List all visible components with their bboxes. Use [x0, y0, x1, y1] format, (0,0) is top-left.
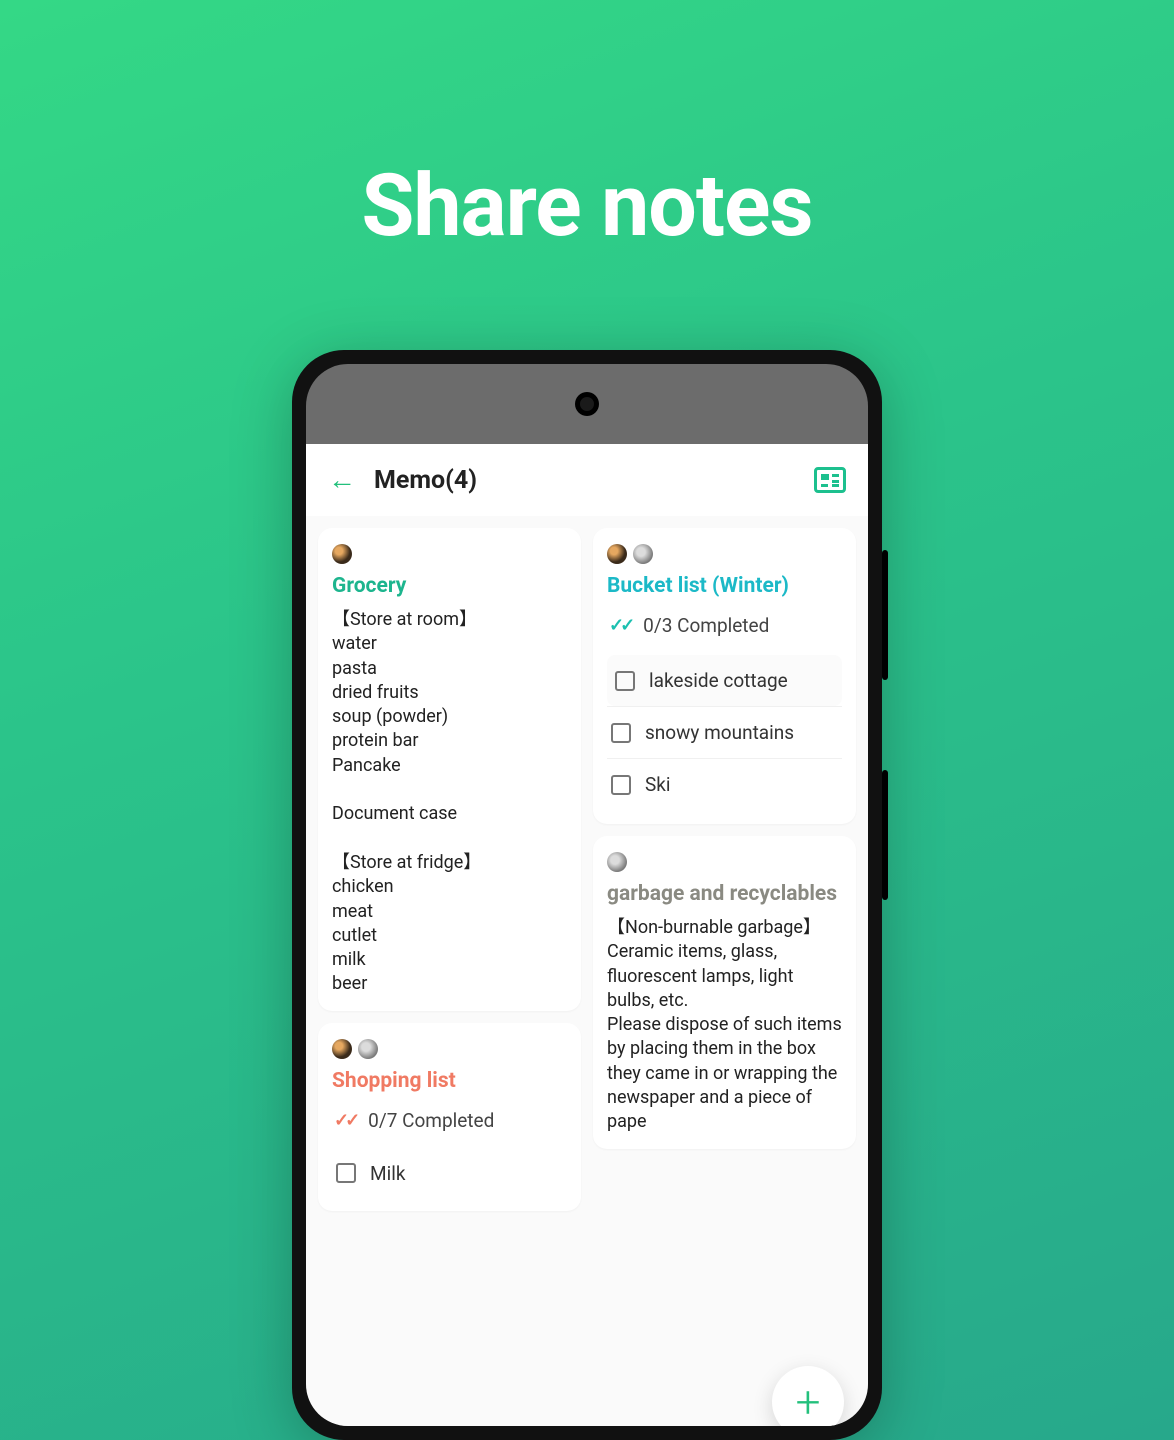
- avatar: [358, 1039, 378, 1059]
- card-body: 【Store at room】 water pasta dried fruits…: [332, 608, 567, 997]
- headline: Share notes: [0, 155, 1174, 256]
- progress-row: ✓✓ 0/7 Completed: [332, 1103, 567, 1146]
- memo-card-garbage[interactable]: garbage and recyclables 【Non-burnable ga…: [593, 836, 856, 1149]
- avatar: [607, 852, 627, 872]
- card-body: 【Non-burnable garbage】 Ceramic items, gl…: [607, 916, 842, 1135]
- card-title: Shopping list: [332, 1069, 567, 1093]
- shared-avatars: [332, 544, 567, 564]
- avatar: [607, 544, 627, 564]
- progress-text: 0/3 Completed: [643, 614, 769, 637]
- shared-avatars: [332, 1039, 567, 1059]
- checkbox-icon[interactable]: [611, 775, 631, 795]
- layout-toggle-icon[interactable]: [814, 467, 846, 493]
- app-header: ← Memo(4): [306, 444, 868, 516]
- plus-icon: +: [796, 1376, 821, 1426]
- card-title: Bucket list (Winter): [607, 574, 842, 598]
- progress-text: 0/7 Completed: [368, 1109, 494, 1132]
- page-title: Memo(4): [374, 466, 477, 495]
- card-title: garbage and recyclables: [607, 882, 842, 906]
- shared-avatars: [607, 852, 842, 872]
- avatar: [332, 544, 352, 564]
- add-memo-fab[interactable]: +: [772, 1366, 844, 1426]
- checklist-item[interactable]: lakeside cottage: [607, 655, 842, 706]
- volume-button: [882, 550, 888, 680]
- avatar: [332, 1039, 352, 1059]
- checklist-item[interactable]: Milk: [332, 1150, 567, 1197]
- progress-row: ✓✓ 0/3 Completed: [607, 608, 842, 651]
- checklist-item-label: lakeside cottage: [649, 669, 788, 692]
- app-screen: ← Memo(4) Grocery 【Store at room】 water …: [306, 444, 868, 1426]
- camera-hole: [575, 392, 599, 416]
- checklist-item-label: snowy mountains: [645, 721, 794, 744]
- shared-avatars: [607, 544, 842, 564]
- double-check-icon: ✓✓: [609, 615, 631, 636]
- card-title: Grocery: [332, 574, 567, 598]
- power-button: [882, 770, 888, 900]
- checkbox-icon[interactable]: [611, 723, 631, 743]
- memo-card-bucket[interactable]: Bucket list (Winter) ✓✓ 0/3 Completed la…: [593, 528, 856, 824]
- back-arrow-icon[interactable]: ←: [328, 466, 356, 494]
- double-check-icon: ✓✓: [334, 1110, 356, 1131]
- checkbox-icon[interactable]: [615, 671, 635, 691]
- checklist-item-label: Milk: [370, 1162, 405, 1185]
- cards-grid: Grocery 【Store at room】 water pasta drie…: [306, 516, 868, 1235]
- checkbox-icon[interactable]: [336, 1163, 356, 1183]
- checklist-item[interactable]: Ski: [607, 758, 842, 810]
- memo-card-shopping[interactable]: Shopping list ✓✓ 0/7 Completed Milk: [318, 1023, 581, 1211]
- avatar: [633, 544, 653, 564]
- checklist-item-label: Ski: [645, 773, 671, 796]
- memo-card-grocery[interactable]: Grocery 【Store at room】 water pasta drie…: [318, 528, 581, 1011]
- phone-frame: ← Memo(4) Grocery 【Store at room】 water …: [292, 350, 882, 1440]
- checklist-item[interactable]: snowy mountains: [607, 706, 842, 758]
